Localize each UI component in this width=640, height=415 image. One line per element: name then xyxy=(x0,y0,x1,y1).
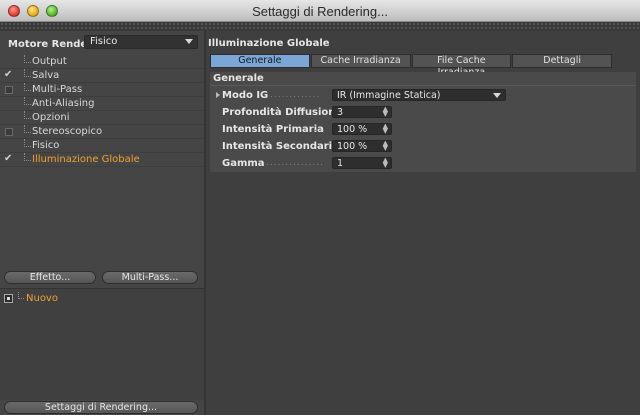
effects-button[interactable]: Effetto... xyxy=(4,271,96,284)
tree-item-label: Anti-Aliasing xyxy=(32,98,95,109)
field-value: 100 % xyxy=(337,141,368,152)
tab-dettagli[interactable]: Dettagli xyxy=(512,54,612,68)
field-value: IR (Immagine Statica) xyxy=(337,90,441,101)
chevron-down-icon xyxy=(493,93,501,98)
gi-mode-row: Modo IG ............. IR (Immagine Stati… xyxy=(216,89,522,102)
tree-item-label: Multi-Pass xyxy=(32,84,83,95)
render-settings-button[interactable]: Settaggi di Rendering... xyxy=(4,401,198,414)
tree-item-multi-pass[interactable]: Multi-Pass xyxy=(0,83,204,97)
field-value: 1 xyxy=(337,158,344,169)
tree-item-label: Fisico xyxy=(32,140,60,151)
spinner-arrows-icon[interactable]: ▲ ▼ xyxy=(383,157,388,169)
tree-connector xyxy=(24,111,31,119)
checkmark-icon[interactable]: ✔ xyxy=(4,70,14,80)
tree-connector xyxy=(24,125,31,133)
field-label: Intensità Secondaria xyxy=(222,141,339,152)
field-label: Intensità Primaria xyxy=(222,124,324,135)
primary-intensity-row: Intensità Primaria ... 100 % ▲ ▼ xyxy=(222,123,522,136)
preset-label: Nuovo xyxy=(26,293,58,304)
render-setting-icon xyxy=(4,294,13,303)
tree-item-salva[interactable]: ✔ Salva xyxy=(0,69,204,83)
leader-dots: ............... xyxy=(266,158,324,168)
diffuse-depth-input[interactable]: 3 ▲ ▼ xyxy=(332,106,392,118)
spinner-arrows-icon[interactable]: ▲ ▼ xyxy=(383,123,388,135)
group-title: Generale xyxy=(213,73,264,84)
render-engine-value: Fisico xyxy=(90,36,118,47)
window-title: Settaggi di Rendering... xyxy=(252,4,388,19)
tree-item-label: Stereoscopico xyxy=(32,126,103,137)
section-title: Illuminazione Globale xyxy=(208,38,330,49)
checkmark-icon[interactable]: ✔ xyxy=(4,154,14,164)
gi-mode-select[interactable]: IR (Immagine Statica) xyxy=(332,89,506,101)
field-label: Gamma xyxy=(222,158,265,169)
tab-generale[interactable]: Generale xyxy=(210,54,310,68)
tree-connector xyxy=(24,55,31,63)
tree-connector xyxy=(18,292,24,299)
field-value: 3 xyxy=(337,107,344,118)
tab-file-cache-irradianza[interactable]: File Cache Irradianza xyxy=(411,54,512,78)
gamma-input[interactable]: 1 ▲ ▼ xyxy=(332,157,392,169)
field-value: 100 % xyxy=(337,124,368,135)
tree-connector xyxy=(24,69,31,77)
multipass-button[interactable]: Multi-Pass... xyxy=(102,271,198,284)
tab-bar: Generale Cache Irradianza File Cache Irr… xyxy=(210,54,612,78)
secondary-intensity-input[interactable]: 100 % ▲ ▼ xyxy=(332,140,392,152)
field-label: Profondità Diffusione xyxy=(222,107,343,118)
group-divider xyxy=(210,85,636,86)
spinner-arrows-icon[interactable]: ▲ ▼ xyxy=(383,106,388,118)
tree-connector xyxy=(24,153,31,161)
checkbox[interactable] xyxy=(5,128,13,136)
tree-item-anti-aliasing[interactable]: Anti-Aliasing xyxy=(0,97,204,111)
general-group: Generale Modo IG ............. IR (Immag… xyxy=(210,72,636,172)
title-bar: Settaggi di Rendering... xyxy=(0,0,640,22)
field-label: Modo IG xyxy=(222,90,269,101)
gamma-row: Gamma ............... 1 ▲ ▼ xyxy=(222,157,522,170)
expand-arrow-icon[interactable] xyxy=(216,92,220,98)
tree-item-label: Illuminazione Globale xyxy=(32,154,140,165)
right-panel: Illuminazione Globale Generale Cache Irr… xyxy=(206,31,640,415)
spinner-arrows-icon[interactable]: ▲ ▼ xyxy=(383,140,388,152)
tree-item-label: Salva xyxy=(32,70,60,81)
left-panel: Motore Render Fisico Output ✔ Salva Mult… xyxy=(0,31,204,415)
tree-item-label: Opzioni xyxy=(32,112,70,123)
leader-dots: ... xyxy=(314,124,326,134)
tree-connector xyxy=(24,139,31,147)
chevron-down-icon xyxy=(185,39,193,44)
tree-item-opzioni[interactable]: Opzioni xyxy=(0,111,204,125)
tab-cache-irradianza[interactable]: Cache Irradianza xyxy=(310,54,411,68)
render-engine-select[interactable]: Fisico xyxy=(84,35,198,49)
diffuse-depth-row: Profondità Diffusione 3 ▲ ▼ xyxy=(222,106,522,119)
tree-item-illuminazione-globale[interactable]: ✔ Illuminazione Globale xyxy=(0,153,204,167)
secondary-intensity-row: Intensità Secondaria 100 % ▲ ▼ xyxy=(222,140,522,153)
tree-item-stereoscopico[interactable]: Stereoscopico xyxy=(0,125,204,139)
toolbar-grip xyxy=(0,22,640,31)
tree-item-output[interactable]: Output xyxy=(0,55,204,69)
tree-connector xyxy=(24,97,31,105)
tree-item-label: Output xyxy=(32,56,67,67)
tree-connector xyxy=(24,83,31,91)
settings-tree: Output ✔ Salva Multi-Pass Anti-Aliasing … xyxy=(0,55,204,167)
tree-item-fisico[interactable]: Fisico xyxy=(0,139,204,153)
checkbox[interactable] xyxy=(5,86,13,94)
render-engine-label: Motore Render xyxy=(8,39,93,50)
primary-intensity-input[interactable]: 100 % ▲ ▼ xyxy=(332,123,392,135)
leader-dots: ............. xyxy=(270,90,321,100)
render-presets-list: Nuovo xyxy=(0,288,204,400)
